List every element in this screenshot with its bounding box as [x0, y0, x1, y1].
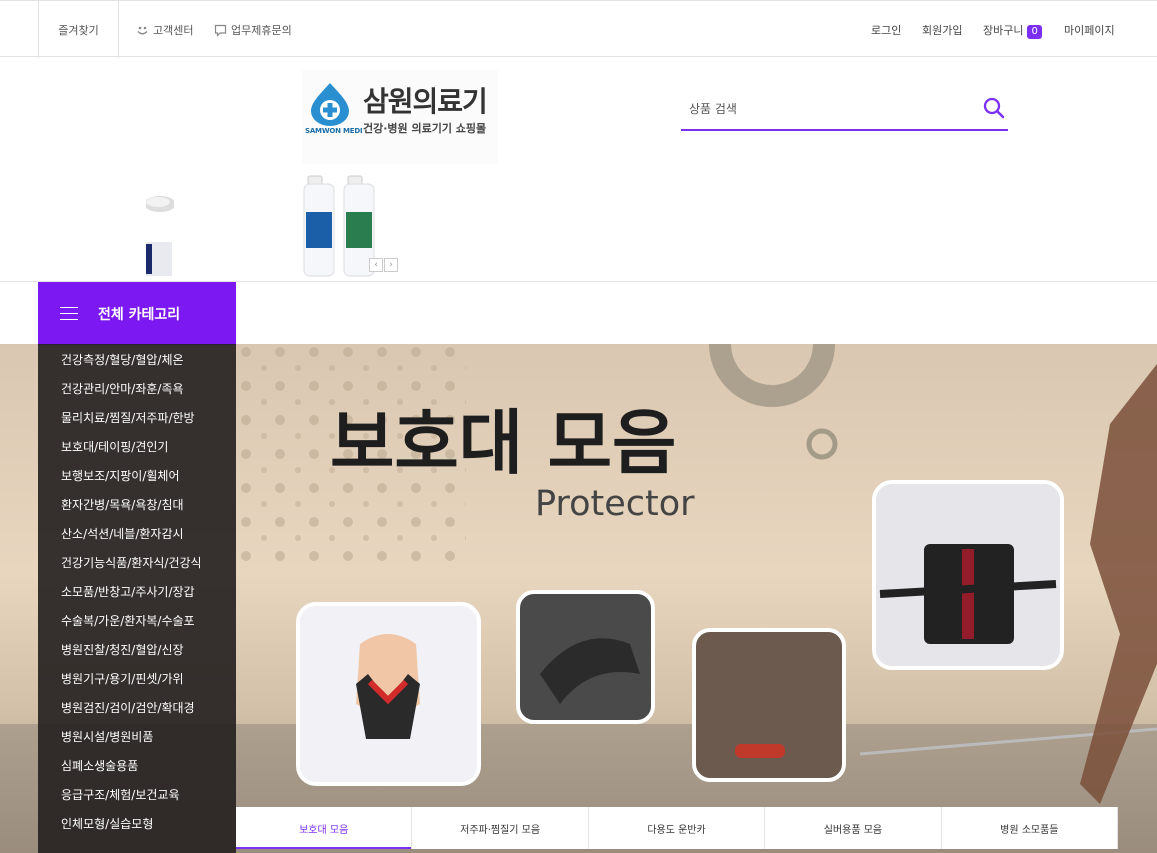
category-item[interactable]: 건강관리/안마/좌훈/족욕 [38, 375, 236, 404]
category-item[interactable]: 건강측정/혈당/혈압/체온 [38, 346, 236, 375]
category-item[interactable]: 병원기구/용기/핀셋/가위 [38, 665, 236, 694]
search-input[interactable] [689, 98, 969, 120]
login-link[interactable]: 로그인 [871, 22, 901, 38]
category-item[interactable]: 보행보조/지팡이/휠체어 [38, 462, 236, 491]
category-item[interactable]: 병원검진/검이/검안/확대경 [38, 694, 236, 723]
all-categories-label: 전체 카테고리 [98, 306, 181, 323]
search-icon[interactable] [982, 96, 1006, 120]
category-item[interactable]: 건강기능식품/환자식/건강식 [38, 549, 236, 578]
product-strip: ‹ › [0, 164, 1157, 282]
product-image[interactable] [146, 178, 174, 278]
strip-prev-button[interactable]: ‹ [369, 258, 383, 272]
category-item[interactable]: 소모품/반창고/주사기/장갑 [38, 578, 236, 607]
cart-link[interactable]: 장바구니 0 [983, 22, 1042, 39]
site-logo[interactable]: SAMWON MEDI 삼원의료기 건강·병원 의료기기 쇼핑몰 [302, 70, 498, 164]
category-item[interactable]: 수술복/가운/환자복/수술포 [38, 607, 236, 636]
banner-subtitle: Protector [535, 484, 695, 524]
category-item[interactable]: 병원시설/병원비품 [38, 723, 236, 752]
chat-icon [214, 24, 227, 37]
category-item[interactable]: 보호대/테이핑/견인기 [38, 433, 236, 462]
logo-name: 삼원의료기 [363, 85, 488, 118]
favorites-link[interactable]: 즐겨찾기 [38, 1, 119, 58]
category-item[interactable]: 환자간병/목욕/욕창/침대 [38, 491, 236, 520]
all-categories-button[interactable]: 전체 카테고리 [38, 282, 236, 345]
smile-icon [137, 26, 148, 34]
top-bar: 즐겨찾기 고객센터 업무제휴문의 로그인 회원가입 장바구니 0 마이페이지 [0, 0, 1157, 58]
logo-subtitle: 건강·병원 의료기기 쇼핑몰 [363, 122, 487, 135]
tab-silver[interactable]: 실버용품 모음 [765, 807, 942, 849]
category-list: 건강측정/혈당/혈압/체온 건강관리/안마/좌훈/족욕 물리치료/찜질/저주파/… [38, 344, 236, 853]
search-box [681, 90, 1008, 131]
category-item[interactable]: 응급구조/체험/보건교육 [38, 781, 236, 810]
cart-count-badge: 0 [1027, 25, 1042, 39]
signup-link[interactable]: 회원가입 [922, 22, 962, 38]
strip-next-button[interactable]: › [384, 258, 398, 272]
banner-tabs: 보호대 모음 저주파·찜질기 모음 다용도 운반카 실버용품 모음 병원 소모품… [236, 807, 1119, 849]
customer-center-link[interactable]: 고객센터 [136, 22, 193, 38]
category-item[interactable]: 물리치료/찜질/저주파/한방 [38, 404, 236, 433]
cart-label: 장바구니 [983, 24, 1024, 37]
partnership-label: 업무제휴문의 [231, 24, 292, 37]
banner-title: 보호대 모음 [330, 402, 676, 484]
hamburger-icon [60, 306, 78, 321]
mypage-link[interactable]: 마이페이지 [1064, 22, 1115, 38]
category-item[interactable]: 병원진찰/청진/혈압/신장 [38, 636, 236, 665]
tab-low-frequency[interactable]: 저주파·찜질기 모음 [412, 807, 589, 849]
customer-center-label: 고객센터 [153, 24, 194, 37]
tab-protector[interactable]: 보호대 모음 [236, 807, 413, 849]
drop-cross-logo-icon [311, 83, 349, 126]
partnership-link[interactable]: 업무제휴문의 [214, 22, 292, 38]
logo-mark-text: SAMWON MEDI [305, 127, 363, 135]
category-item[interactable]: 산소/석션/네블/환자감시 [38, 520, 236, 549]
category-item[interactable]: 심폐소생술용품 [38, 752, 236, 781]
tab-cart[interactable]: 다용도 운반카 [589, 807, 766, 849]
category-item[interactable]: 인체모형/실습모형 [38, 810, 236, 839]
tab-consumables[interactable]: 병원 소모품들 [942, 807, 1119, 849]
